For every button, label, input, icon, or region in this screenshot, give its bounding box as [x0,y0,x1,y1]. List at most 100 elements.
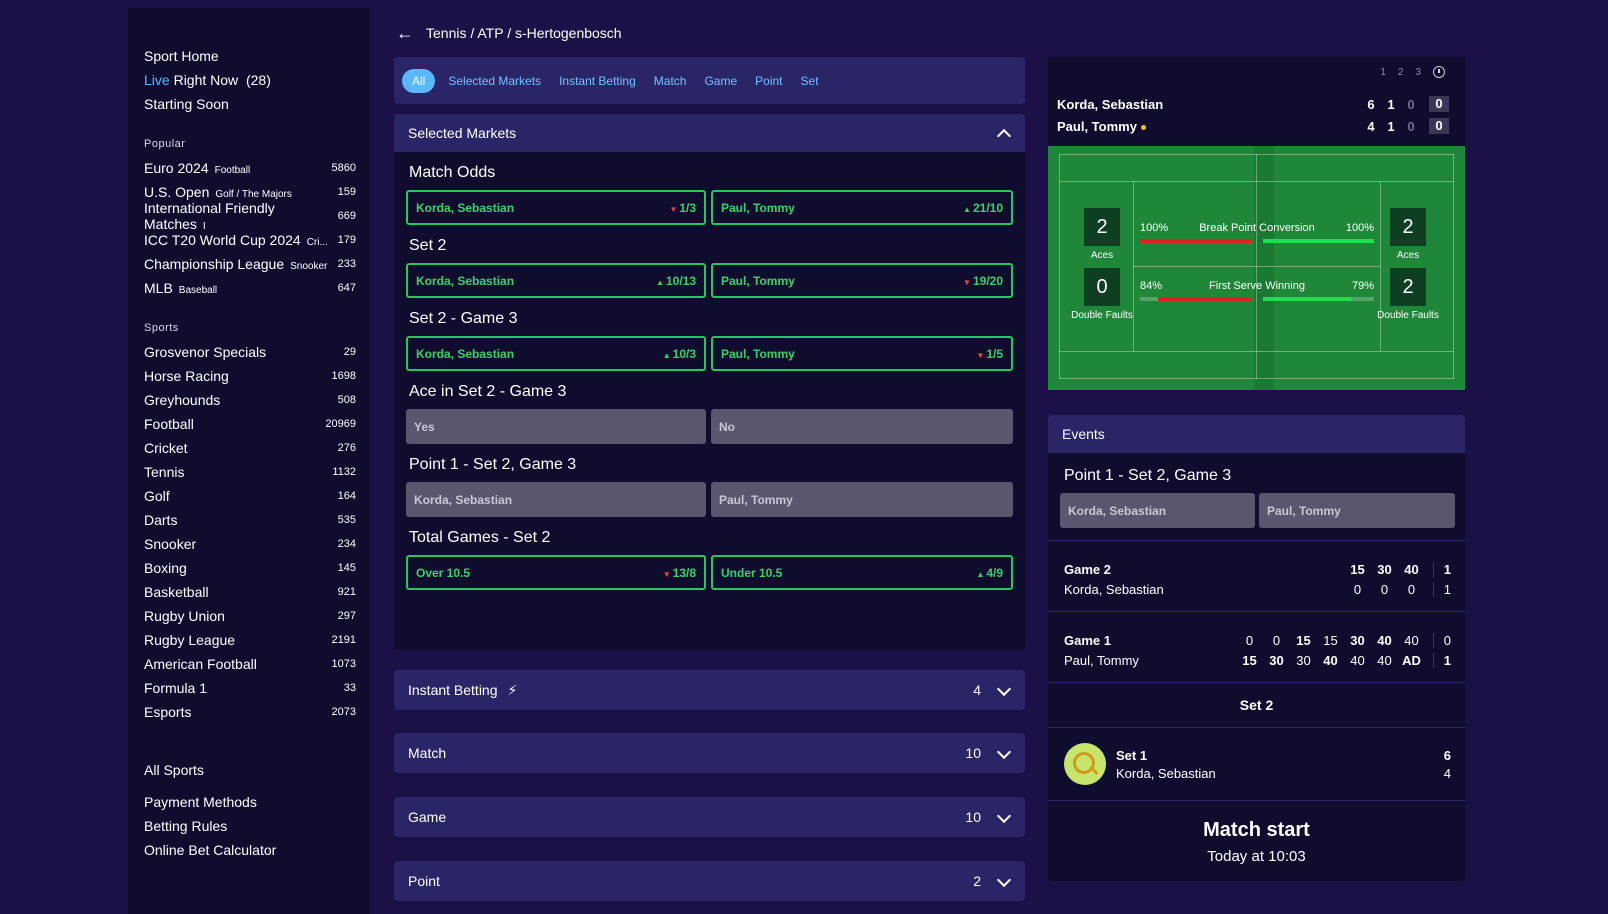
item-count: 164 [337,490,356,502]
point-score: 0 [1353,581,1362,597]
sport-item[interactable]: Formula 1 33 [144,676,356,700]
player-name: Korda, Sebastian [1057,96,1164,112]
popular-item-name: ICC T20 World Cup 2024 Cri... [144,232,328,248]
selection-button[interactable]: No [711,409,1013,444]
filter-tab-selected-markets[interactable]: Selected Markets [439,69,550,93]
item-count: 2191 [331,634,356,646]
sport-item[interactable]: Cricket 276 [144,436,356,460]
sport-item[interactable]: Boxing 145 [144,556,356,580]
selection-name: Korda, Sebastian [414,492,513,507]
selection-button[interactable]: Yes [406,409,706,444]
sport-item[interactable]: Esports 2073 [144,700,356,724]
filter-tab-set[interactable]: Set [792,69,828,93]
filter-tab-all[interactable]: All [402,68,436,93]
market-title: Set 2 - Game 3 [409,310,518,327]
selection-button[interactable]: Under 10.5 ▲ 4/9 [711,555,1013,590]
breadcrumb-text[interactable]: Tennis / ATP / s-Hertogenbosch [426,25,622,41]
sport-item[interactable]: Grosvenor Specials 29 [144,340,356,364]
sport-item-name: Tennis [144,464,185,480]
aces-label: Aces [1090,250,1114,261]
item-count: 1698 [331,370,356,382]
sport-item[interactable]: Basketball 921 [144,580,356,604]
selection-button[interactable]: Paul, Tommy ▼ 1/5 [711,336,1013,371]
sidebar-sport-home[interactable]: Sport Home [144,44,356,68]
selection-name: Paul, Tommy [1267,503,1341,518]
selection-button[interactable]: Over 10.5 ▼ 13/8 [406,555,706,590]
sidebar-payment-methods[interactable]: Payment Methods [144,790,356,814]
selection-button[interactable]: Paul, Tommy ▲ 21/10 [711,190,1013,225]
event-point-selection-a[interactable]: Korda, Sebastian [1060,493,1255,528]
popular-item[interactable]: ICC T20 World Cup 2024 Cri... 179 [144,228,356,252]
point-score: 0 [1407,581,1416,597]
selection-row: Korda, Sebastian ▲ 10/3 Paul, Tommy ▼ 1/5 [406,336,1013,371]
selection-odds: ▲ 4/9 [976,566,1003,580]
chevron-down-icon[interactable] [997,746,1011,760]
sport-item[interactable]: Football 20969 [144,412,356,436]
set-1-label: Set 1 [1116,747,1148,763]
chevron-down-icon[interactable] [997,874,1011,888]
sports-list: Grosvenor Specials 29 Horse Racing 1698 Grey… [144,340,356,724]
chevron-down-icon[interactable] [997,683,1011,697]
selection-row: Korda, Sebastian Paul, Tommy [406,482,1013,517]
item-count: 921 [337,586,356,598]
sidebar-live-right-now[interactable]: Live Right Now (28) [144,68,356,92]
group-count: 2 [973,873,981,889]
set-score: 1 [1387,118,1395,134]
selection-name: Over 10.5 [416,565,471,580]
sport-item[interactable]: American Football 1073 [144,652,356,676]
market-group-match[interactable]: Match 10 [394,733,1025,773]
selection-button[interactable]: Paul, Tommy ▼ 19/20 [711,263,1013,298]
selection-button[interactable]: Korda, Sebastian ▼ 1/3 [406,190,706,225]
selection-button[interactable]: Korda, Sebastian [406,482,706,517]
sport-item[interactable]: Greyhounds 508 [144,388,356,412]
popular-item[interactable]: Championship League Snooker 233 [144,252,356,276]
sport-item[interactable]: Snooker 234 [144,532,356,556]
popular-item[interactable]: MLB Baseball 647 [144,276,356,300]
filter-tab-match[interactable]: Match [645,69,696,93]
selection-name: Paul, Tommy [721,346,795,361]
sport-item[interactable]: Rugby Union 297 [144,604,356,628]
point-score: 40 [1323,652,1338,668]
filter-tab-instant-betting[interactable]: Instant Betting [550,69,645,93]
sport-item[interactable]: Rugby League 2191 [144,628,356,652]
market-group-point[interactable]: Point 2 [394,861,1025,901]
sport-item[interactable]: Golf 164 [144,484,356,508]
sport-item[interactable]: Tennis 1132 [144,460,356,484]
selection-button[interactable]: Korda, Sebastian ▲ 10/3 [406,336,706,371]
sidebar-bet-calculator[interactable]: Online Bet Calculator [144,838,356,862]
sidebar-all-sports[interactable]: All Sports [144,758,356,782]
popular-item[interactable]: International Friendly Matches I 669 [144,200,356,232]
selection-button[interactable]: Paul, Tommy [711,482,1013,517]
popular-item-name: Euro 2024 Football [144,160,250,176]
back-arrow-icon[interactable]: ← [396,23,414,43]
market-group-instant-betting[interactable]: Instant Betting ⚡︎ 4 [394,670,1025,710]
sidebar: Sport Home Live Right Now (28) Starting … [128,8,370,914]
set-score: 4 [1367,118,1375,134]
sidebar-starting-soon[interactable]: Starting Soon [144,92,356,116]
market-title: Ace in Set 2 - Game 3 [409,383,567,400]
double-faults-label: Double Faults [1377,310,1439,321]
selected-markets-panel: Selected Markets Match Odds Korda, Sebast… [394,114,1025,650]
game-points-top: 0 0 15 15 30 40 40 [1236,633,1425,648]
market-group-game[interactable]: Game 10 [394,797,1025,837]
odds-value: 4/9 [986,565,1003,580]
selected-markets-header[interactable]: Selected Markets [394,114,1025,152]
group-right: 10 [965,809,1011,825]
market-title: Total Games - Set 2 [409,529,551,546]
chevron-down-icon[interactable] [997,810,1011,824]
popular-item[interactable]: Euro 2024 Football 5860 [144,156,356,180]
selected-markets-title: Selected Markets [408,125,517,141]
chevron-up-icon[interactable] [997,126,1011,140]
sport-item[interactable]: Darts 535 [144,508,356,532]
group-label-wrap: Game [408,809,446,825]
sidebar-betting-rules[interactable]: Betting Rules [144,814,356,838]
filter-tab-point[interactable]: Point [746,69,791,93]
odds-up-icon: ▲ [662,350,671,360]
selection-name: Korda, Sebastian [1068,503,1167,518]
selection-odds: ▲ 10/3 [663,347,696,361]
sport-item[interactable]: Horse Racing 1698 [144,364,356,388]
filter-tab-game[interactable]: Game [695,69,746,93]
selection-button[interactable]: Korda, Sebastian ▲ 10/13 [406,263,706,298]
event-point-selection-b[interactable]: Paul, Tommy [1259,493,1455,528]
selection-odds: ▼ 1/3 [669,201,696,215]
